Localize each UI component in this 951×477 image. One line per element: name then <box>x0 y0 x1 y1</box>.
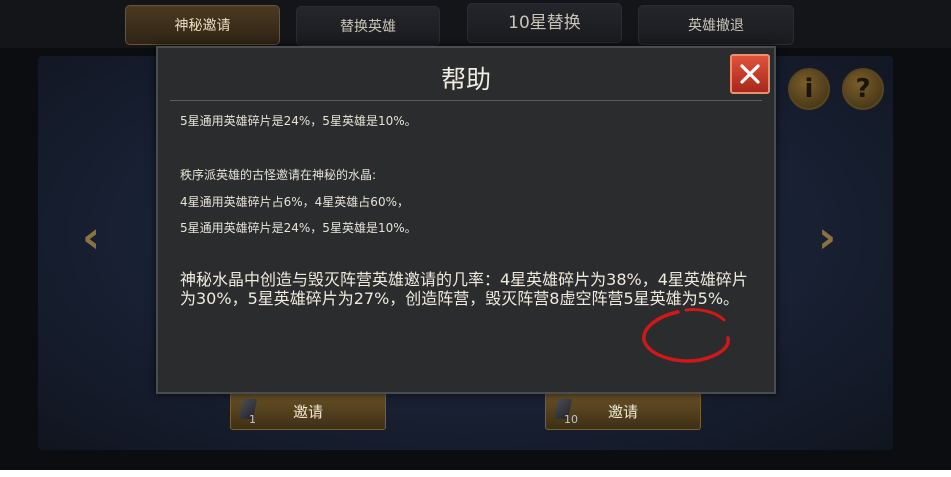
invite-count: 1 <box>249 413 256 426</box>
tab-replace-hero[interactable]: 替换英雄 <box>296 6 440 46</box>
close-icon <box>740 64 760 84</box>
help-text-line: 5星通用英雄碎片是24%，5星英雄是10%。 <box>180 114 417 128</box>
arrow-left-icon[interactable]: ‹ <box>82 212 100 263</box>
help-text-line: 秩序派英雄的古怪邀请在神秘的水晶: <box>180 168 377 182</box>
invite-10-button[interactable]: 10 邀请 <box>545 392 701 430</box>
scroll-icon: 10 <box>553 397 578 426</box>
scroll-icon: 1 <box>238 397 259 426</box>
invite-label: 邀请 <box>607 402 638 421</box>
tab-bar: 神秘邀请 替换英雄 10星替换 英雄撤退 <box>0 0 951 48</box>
tab-mystery-invite[interactable]: 神秘邀请 <box>125 5 280 45</box>
close-button[interactable] <box>730 54 770 94</box>
invite-1-button[interactable]: 1 邀请 <box>230 392 386 430</box>
tab-10star-replace[interactable]: 10星替换 <box>467 3 622 43</box>
title-divider <box>170 100 762 101</box>
invite-label: 邀请 <box>292 402 323 421</box>
tab-hero-retreat[interactable]: 英雄撤退 <box>638 5 794 45</box>
help-icon[interactable]: ? <box>842 68 884 110</box>
red-circle-annotation <box>642 308 730 363</box>
arrow-right-icon[interactable]: › <box>818 212 836 263</box>
game-screen: 神秘邀请 替换英雄 10星替换 英雄撤退 ‹ › i ? 1 邀请 10 邀请 … <box>0 0 951 470</box>
dialog-title: 帮助 <box>440 65 491 94</box>
info-icon[interactable]: i <box>788 68 830 110</box>
invite-count: 10 <box>564 413 578 426</box>
help-text-line: 4星通用英雄碎片占6%，4星英雄占60%， <box>180 195 409 209</box>
help-text-line: 5星通用英雄碎片是24%，5星英雄是10%。 <box>180 221 417 235</box>
help-paragraph: 神秘水晶中创造与毁灭阵营英雄邀请的几率：4星英雄碎片为38%，4星英雄碎片为30… <box>180 270 748 308</box>
